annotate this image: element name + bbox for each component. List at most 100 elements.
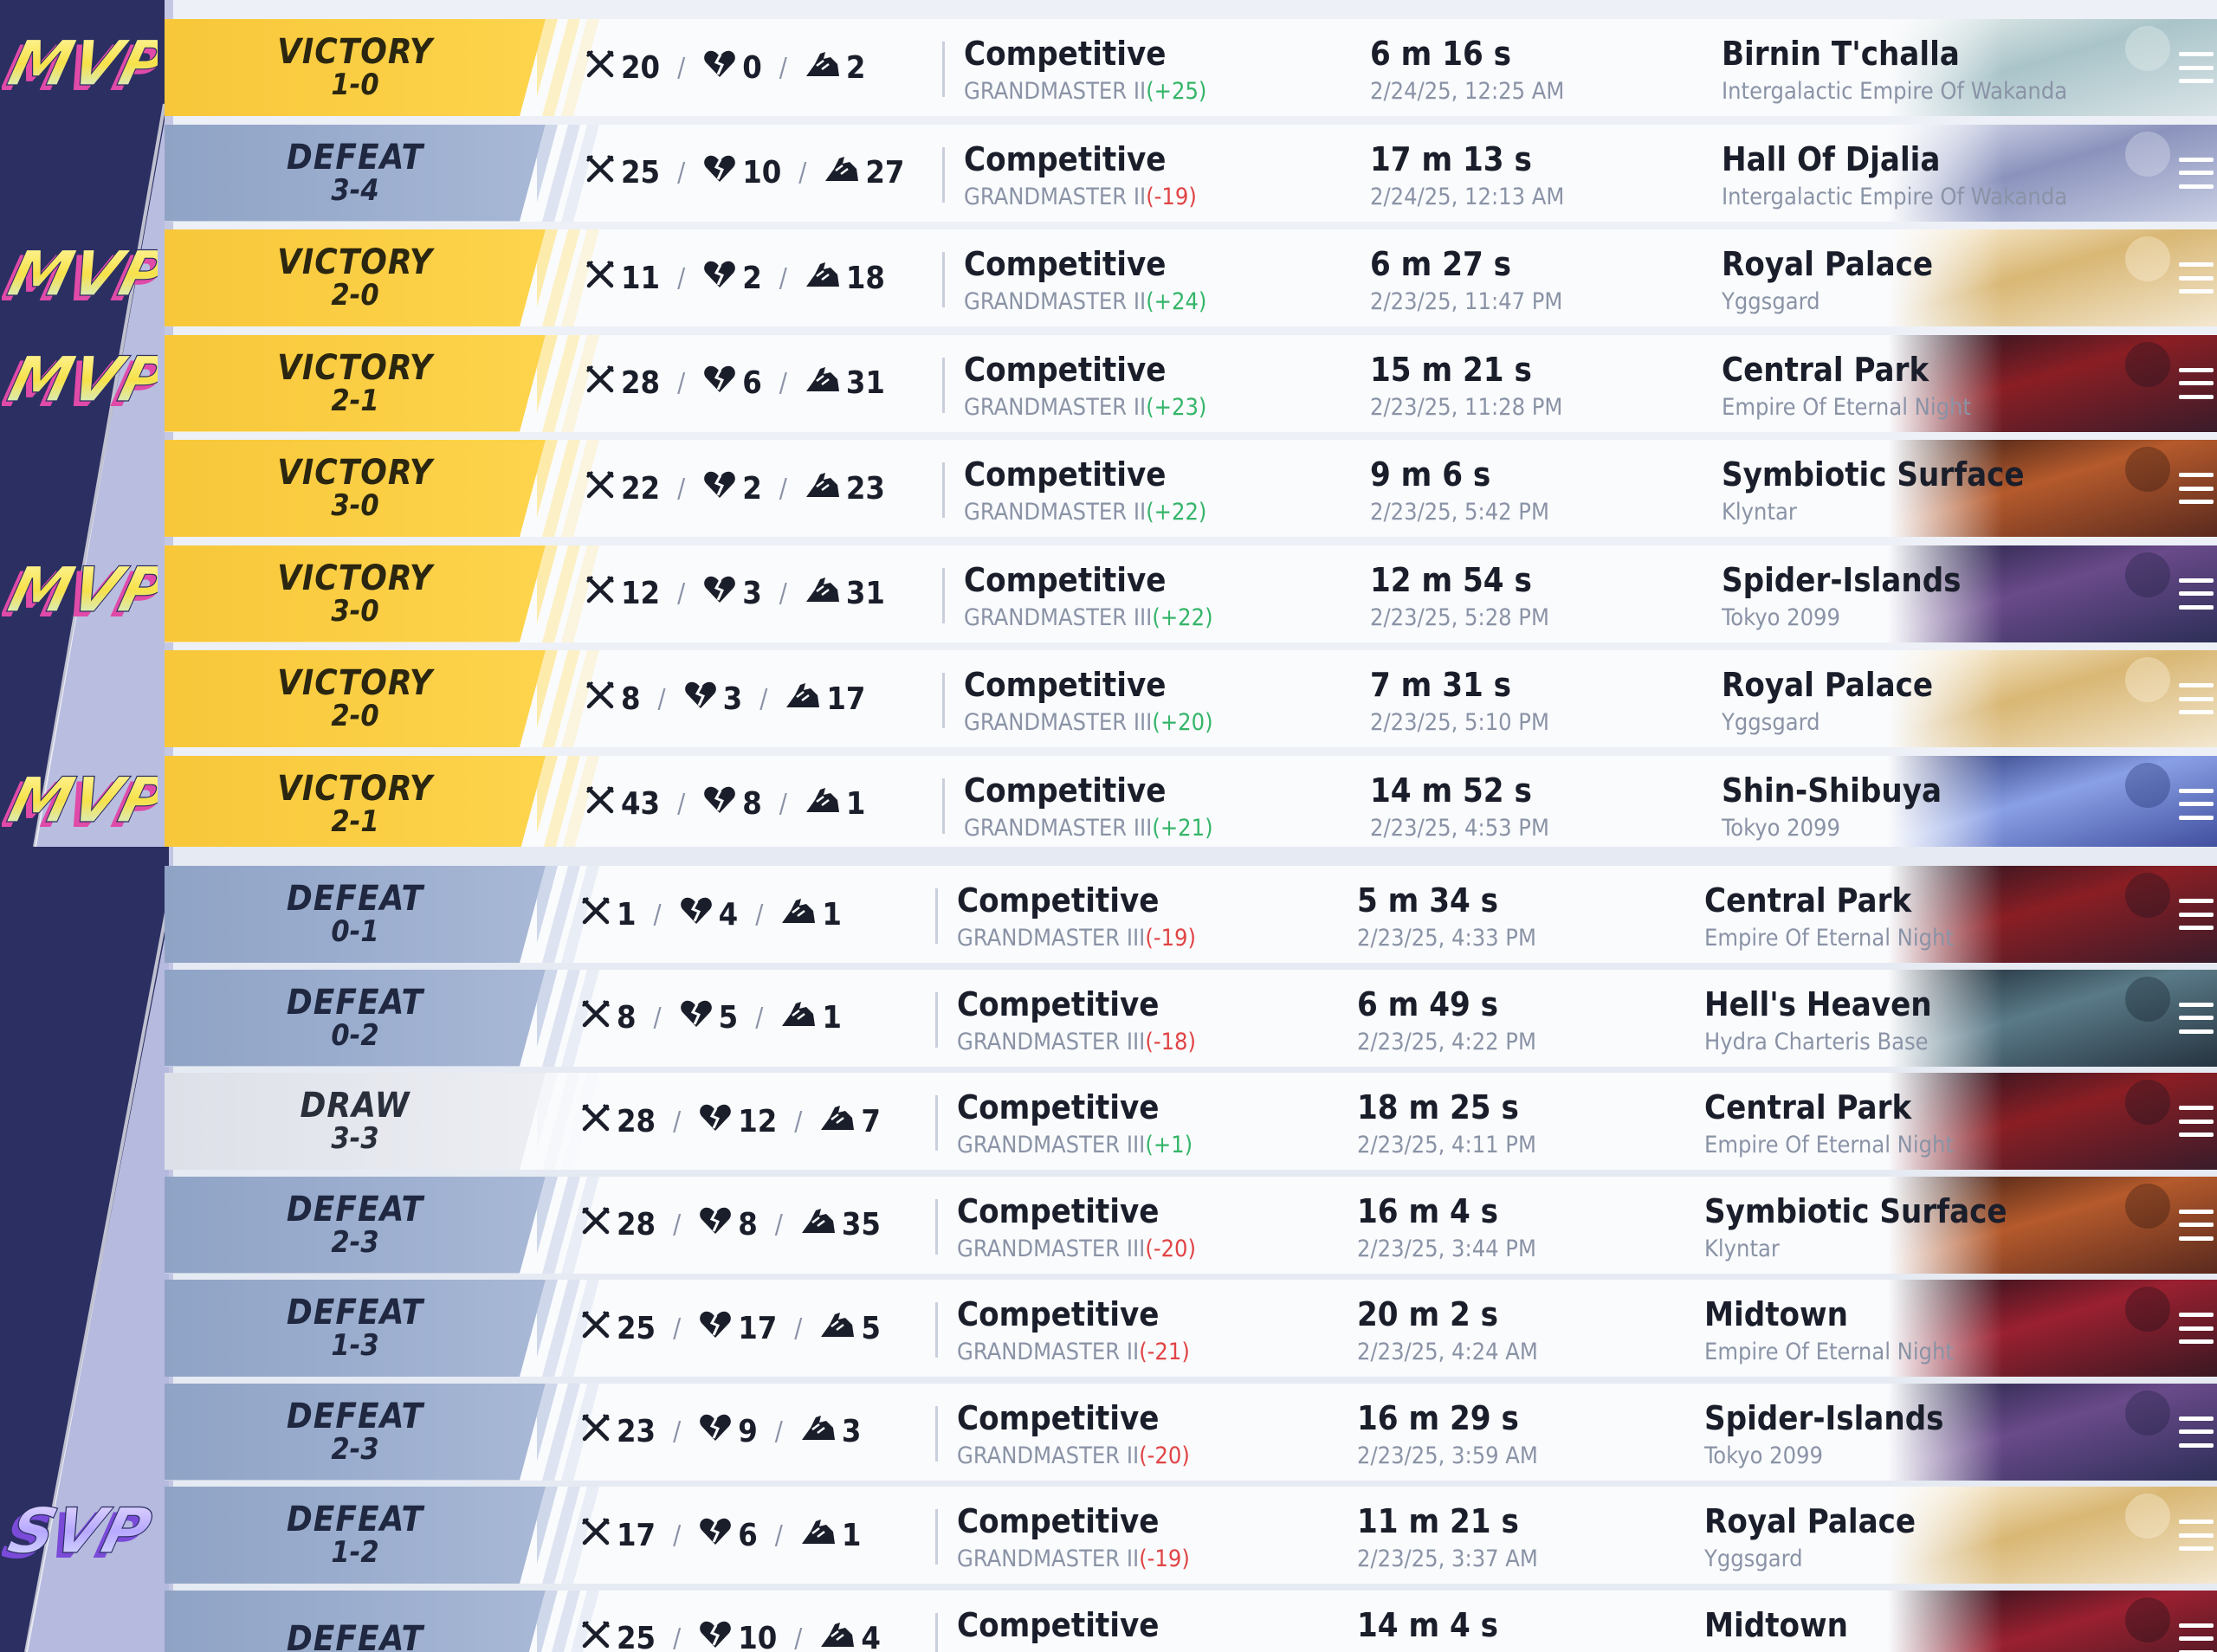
- helping-hand-icon: [805, 48, 846, 87]
- match-row[interactable]: DRAW 3-3 28 / 12 / 7 Competitive GRANDMA…: [165, 1073, 2217, 1170]
- match-row[interactable]: VICTORY 2-0 11 / 2 / 18 Competitive GRAN…: [165, 229, 2217, 326]
- deaths-stat: 8: [698, 1205, 758, 1244]
- column-divider: [942, 778, 945, 834]
- column-divider: [942, 252, 945, 307]
- map-name: Symbiotic Surface: [1722, 455, 2025, 494]
- match-duration: 16 m 29 s: [1357, 1398, 1519, 1437]
- menu-icon[interactable]: [2179, 1416, 2214, 1448]
- stat-separator: /: [677, 473, 686, 504]
- rank-delta: (+1): [1145, 1132, 1193, 1158]
- match-date: 2/23/25, 5:28 PM: [1370, 603, 1549, 631]
- crossed-swords-icon: [585, 574, 621, 613]
- broken-heart-icon: [702, 153, 742, 192]
- svg-text:MVP: MVP: [2, 556, 158, 627]
- menu-icon[interactable]: [2179, 52, 2214, 83]
- menu-icon[interactable]: [2179, 1209, 2214, 1241]
- column-divider: [935, 991, 938, 1048]
- deaths-value: 0: [742, 49, 762, 86]
- rank-tier: GRANDMASTER II: [964, 183, 1147, 210]
- match-date: 2/23/25, 4:33 PM: [1357, 925, 1536, 952]
- assists-stat: 4: [819, 1619, 881, 1652]
- match-score: 2-0: [331, 278, 379, 313]
- stat-separator: /: [673, 1623, 682, 1652]
- map-region: Yggsgard: [1704, 1546, 1803, 1572]
- deaths-stat: 12: [698, 1102, 777, 1141]
- game-mode: Competitive: [957, 1295, 1160, 1333]
- match-row[interactable]: DEFEAT 25 / 10 / 4 Competitive 14 m 4 s …: [165, 1590, 2217, 1652]
- match-result-block: DEFEAT 1-3: [165, 1280, 546, 1377]
- broken-heart-icon: [698, 1619, 738, 1652]
- assists-stat: 7: [819, 1102, 881, 1141]
- column-divider: [942, 567, 945, 623]
- kills-stat: 12: [585, 574, 660, 613]
- stat-separator: /: [673, 1313, 682, 1344]
- assists-value: 1: [822, 1000, 842, 1036]
- match-row[interactable]: VICTORY 3-0 22 / 2 / 23 Competitive GRAN…: [165, 440, 2217, 537]
- match-row[interactable]: DEFEAT 1-2 17 / 6 / 1 Competitive GRANDM…: [165, 1487, 2217, 1584]
- match-result-block: VICTORY 2-0: [165, 650, 546, 747]
- match-row[interactable]: DEFEAT 0-2 8 / 5 / 1 Competitive GRANDMA…: [165, 969, 2217, 1067]
- map-region: Yggsgard: [1722, 288, 1820, 315]
- rank-delta: (-21): [1139, 1339, 1190, 1365]
- menu-icon[interactable]: [2179, 1106, 2214, 1137]
- helping-hand-icon: [800, 1412, 842, 1451]
- menu-icon[interactable]: [2179, 788, 2214, 820]
- stat-separator: /: [653, 1003, 662, 1033]
- menu-icon[interactable]: [2179, 899, 2214, 930]
- match-row[interactable]: DEFEAT 2-3 23 / 9 / 3 Competitive GRANDM…: [165, 1383, 2217, 1481]
- stat-separator: /: [759, 683, 768, 714]
- game-mode: Competitive: [957, 1605, 1160, 1644]
- match-row[interactable]: DEFEAT 1-3 25 / 17 / 5 Competitive GRAND…: [165, 1280, 2217, 1377]
- map-region: Yggsgard: [1722, 709, 1820, 736]
- match-duration: 20 m 2 s: [1357, 1295, 1499, 1333]
- deaths-stat: 10: [698, 1619, 777, 1652]
- deaths-value: 2: [742, 470, 762, 507]
- map-name: Central Park: [1722, 350, 1929, 389]
- match-row[interactable]: VICTORY 2-1 28 / 6 / 31 Competitive GRAN…: [165, 334, 2217, 432]
- match-row[interactable]: VICTORY 2-0 8 / 3 / 17 Competitive GRAND…: [165, 650, 2217, 747]
- deaths-value: 5: [718, 1000, 739, 1036]
- menu-icon[interactable]: [2179, 1002, 2214, 1034]
- menu-icon[interactable]: [2179, 1313, 2214, 1344]
- match-row[interactable]: VICTORY 2-1 43 / 8 / 1 Competitive GRAND…: [165, 755, 2217, 847]
- deaths-stat: 8: [702, 784, 762, 823]
- match-row[interactable]: DEFEAT 0-1 1 / 4 / 1 Competitive GRANDMA…: [165, 866, 2217, 963]
- assists-stat: 2: [805, 48, 865, 87]
- menu-icon[interactable]: [2179, 1623, 2214, 1652]
- kda-stats: 11 / 2 / 18: [585, 229, 885, 326]
- assists-stat: 3: [800, 1412, 861, 1451]
- deaths-value: 6: [742, 365, 762, 401]
- helping-hand-icon: [805, 259, 846, 298]
- deaths-stat: 0: [702, 48, 762, 87]
- menu-icon[interactable]: [2179, 157, 2214, 189]
- menu-icon[interactable]: [2179, 367, 2214, 399]
- match-row[interactable]: VICTORY 1-0 20 / 0 / 2 Competitive GRAND…: [165, 19, 2217, 116]
- menu-icon[interactable]: [2179, 1520, 2214, 1551]
- match-row[interactable]: DEFEAT 3-4 25 / 10 / 27 Competitive GRAN…: [165, 124, 2217, 222]
- kills-stat: 28: [580, 1205, 656, 1244]
- match-duration: 15 m 21 s: [1370, 350, 1532, 389]
- rank-info: GRANDMASTER II(-19): [964, 184, 1197, 210]
- menu-icon[interactable]: [2179, 683, 2214, 714]
- game-mode: Competitive: [957, 1398, 1160, 1437]
- stat-separator: /: [779, 52, 787, 83]
- stat-separator: /: [677, 578, 686, 609]
- match-result-block: DEFEAT 2-3: [165, 1176, 546, 1274]
- deaths-value: 6: [738, 1517, 758, 1553]
- match-duration: 5 m 34 s: [1357, 881, 1499, 920]
- menu-icon[interactable]: [2179, 262, 2214, 294]
- rank-info: GRANDMASTER III(-20): [957, 1236, 1196, 1262]
- kills-value: 20: [621, 49, 661, 86]
- map-name: Royal Palace: [1722, 666, 1934, 704]
- mvp-badge-icon: MVP MVP: [0, 237, 176, 318]
- menu-icon[interactable]: [2179, 473, 2214, 504]
- match-row[interactable]: DEFEAT 2-3 28 / 8 / 35 Competitive GRAND…: [165, 1176, 2217, 1274]
- map-name: Royal Palace: [1722, 245, 1934, 283]
- result-label: VICTORY: [277, 663, 433, 704]
- broken-heart-icon: [698, 1102, 738, 1141]
- stat-separator: /: [677, 789, 686, 819]
- match-row[interactable]: VICTORY 3-0 12 / 3 / 31 Competitive GRAN…: [165, 545, 2217, 642]
- result-label: DEFEAT: [286, 1500, 424, 1540]
- map-name: Midtown: [1704, 1295, 1848, 1333]
- menu-icon[interactable]: [2179, 578, 2214, 610]
